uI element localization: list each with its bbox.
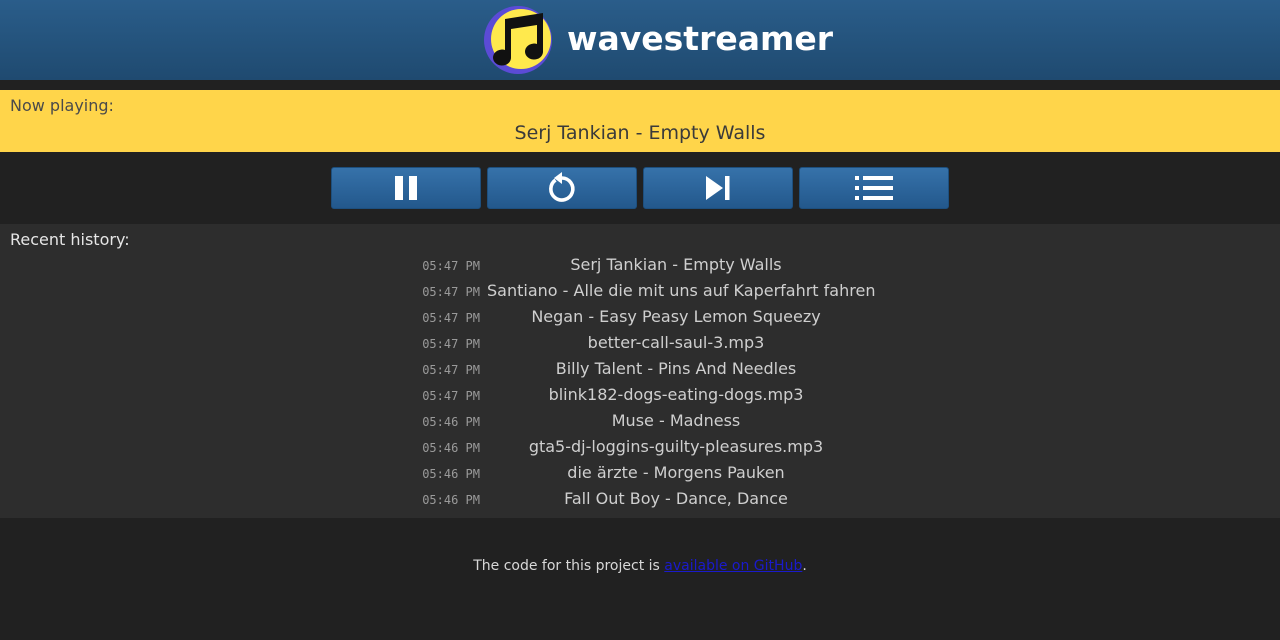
history-time: 05:46 PM (422, 415, 480, 429)
history-time: 05:46 PM (422, 493, 480, 507)
app-title: wavestreamer (567, 19, 834, 58)
history-item: 05:46 PM Muse - Madness (0, 408, 1280, 434)
history-time: 05:46 PM (422, 467, 480, 481)
header: wavestreamer (0, 0, 1280, 80)
restart-button[interactable] (487, 167, 637, 209)
history-label: Recent history: (10, 230, 130, 249)
github-link[interactable]: available on GitHub (664, 558, 802, 574)
now-playing-panel: Now playing: Serj Tankian - Empty Walls (0, 90, 1280, 152)
history-item: 05:47 PM Serj Tankian - Empty Walls (0, 252, 1280, 278)
footer-period: . (802, 558, 807, 574)
history-time: 05:47 PM (422, 389, 480, 403)
history-track: better-call-saul-3.mp3 (587, 333, 765, 352)
music-note-icon (484, 6, 552, 74)
history-item: 05:46 PM gta5-dj-loggins-guilty-pleasure… (0, 434, 1280, 460)
history-time: 05:46 PM (422, 441, 480, 455)
history-track: Santiano - Alle die mit uns auf Kaperfah… (487, 281, 876, 300)
history-track: die ärzte - Morgens Pauken (567, 463, 785, 482)
footer-text: The code for this project is (473, 558, 665, 574)
history-track: gta5-dj-loggins-guilty-pleasures.mp3 (528, 437, 824, 456)
history-item: 05:47 PM Billy Talent - Pins And Needles (0, 356, 1280, 382)
restart-icon (549, 172, 575, 202)
history-track: Muse - Madness (611, 411, 741, 430)
list-icon (855, 176, 893, 200)
history-time: 05:47 PM (422, 363, 480, 377)
history-time: 05:47 PM (422, 259, 480, 273)
brand: wavestreamer (483, 5, 833, 75)
history-track: Negan - Easy Peasy Lemon Squeezy (531, 307, 821, 326)
pause-button[interactable] (331, 167, 481, 209)
history-time: 05:47 PM (422, 337, 480, 351)
history-list: 05:47 PM Serj Tankian - Empty Walls 05:4… (0, 252, 1280, 512)
player-controls (331, 167, 949, 209)
now-playing-title: Serj Tankian - Empty Walls (514, 122, 766, 144)
now-playing-label: Now playing: (10, 96, 114, 115)
playlist-button[interactable] (799, 167, 949, 209)
history-item: 05:46 PM Fall Out Boy - Dance, Dance (0, 486, 1280, 512)
history-time: 05:47 PM (422, 311, 480, 325)
history-item: 05:46 PM die ärzte - Morgens Pauken (0, 460, 1280, 486)
footer: The code for this project is available o… (0, 558, 1280, 574)
history-track: Billy Talent - Pins And Needles (555, 359, 797, 378)
history-track: Serj Tankian - Empty Walls (570, 255, 782, 274)
history-item: 05:47 PM Negan - Easy Peasy Lemon Squeez… (0, 304, 1280, 330)
pause-icon (395, 176, 417, 200)
recent-history: Recent history: 05:47 PM Serj Tankian - … (0, 224, 1280, 518)
skip-next-icon (706, 176, 730, 200)
history-time: 05:47 PM (422, 285, 480, 299)
skip-button[interactable] (643, 167, 793, 209)
history-item: 05:47 PM Santiano - Alle die mit uns auf… (0, 278, 1280, 304)
history-item: 05:47 PM better-call-saul-3.mp3 (0, 330, 1280, 356)
history-item: 05:47 PM blink182-dogs-eating-dogs.mp3 (0, 382, 1280, 408)
history-track: Fall Out Boy - Dance, Dance (564, 489, 788, 508)
history-track: blink182-dogs-eating-dogs.mp3 (548, 385, 804, 404)
